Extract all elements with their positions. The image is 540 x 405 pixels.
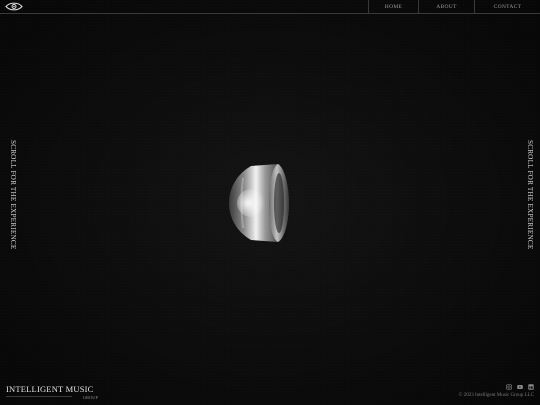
scroll-hint-right: SCROLL FOR THE EXPERIENCE: [526, 140, 534, 250]
linkedin-icon[interactable]: [528, 384, 534, 390]
youtube-icon[interactable]: [517, 384, 523, 390]
social-links: [506, 384, 534, 390]
nav-contact[interactable]: CONTACT: [474, 0, 540, 13]
top-bar: HOME ABOUT CONTACT: [0, 0, 540, 14]
main-nav: HOME ABOUT CONTACT: [368, 0, 540, 13]
brand-divider: [6, 396, 72, 397]
eye-icon: [5, 2, 23, 11]
brand-name: INTELLIGENT MUSIC: [6, 384, 94, 394]
logo[interactable]: [3, 0, 25, 13]
copyright: © 2023 Intelligent Music Group LLC: [458, 393, 534, 398]
instagram-icon[interactable]: [506, 384, 512, 390]
hero-3d-object: [223, 158, 298, 248]
scroll-hint-left: SCROLL FOR THE EXPERIENCE: [9, 140, 17, 250]
nav-home[interactable]: HOME: [368, 0, 418, 13]
brand[interactable]: INTELLIGENT MUSIC GROUP: [6, 385, 106, 400]
nav-about[interactable]: ABOUT: [418, 0, 474, 13]
